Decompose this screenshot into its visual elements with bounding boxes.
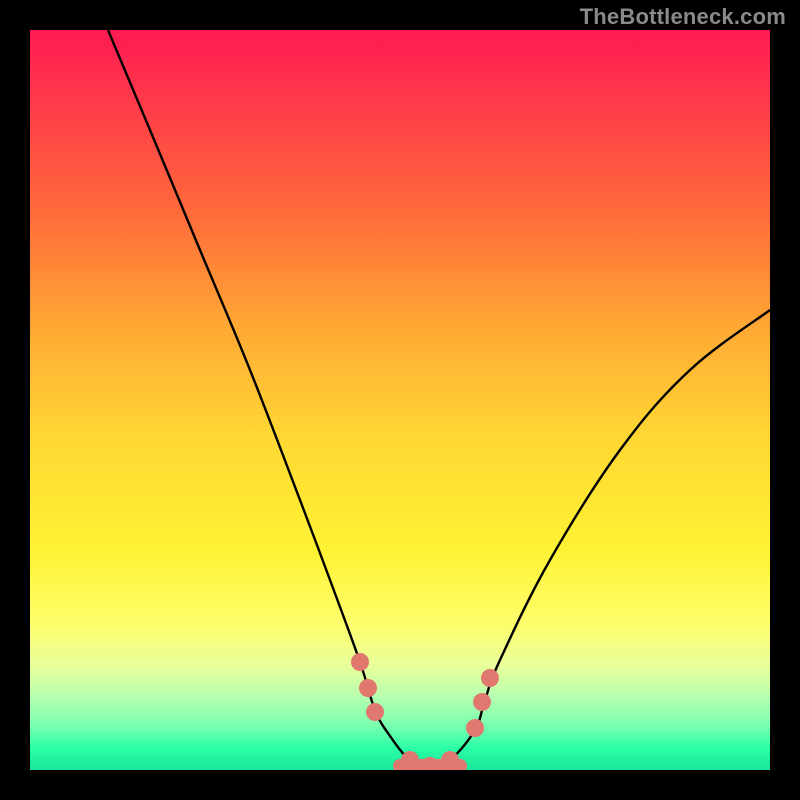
plot-area	[30, 30, 770, 770]
marker-dot	[466, 719, 484, 737]
marker-dot	[351, 653, 369, 671]
marker-dot	[366, 703, 384, 721]
watermark-text: TheBottleneck.com	[580, 4, 786, 30]
curve-layer	[30, 30, 770, 770]
chart-stage: TheBottleneck.com	[0, 0, 800, 800]
bottleneck-curve	[108, 30, 770, 766]
marker-dot	[359, 679, 377, 697]
marker-dots-group	[351, 653, 499, 770]
marker-dot	[481, 669, 499, 687]
marker-dot	[473, 693, 491, 711]
